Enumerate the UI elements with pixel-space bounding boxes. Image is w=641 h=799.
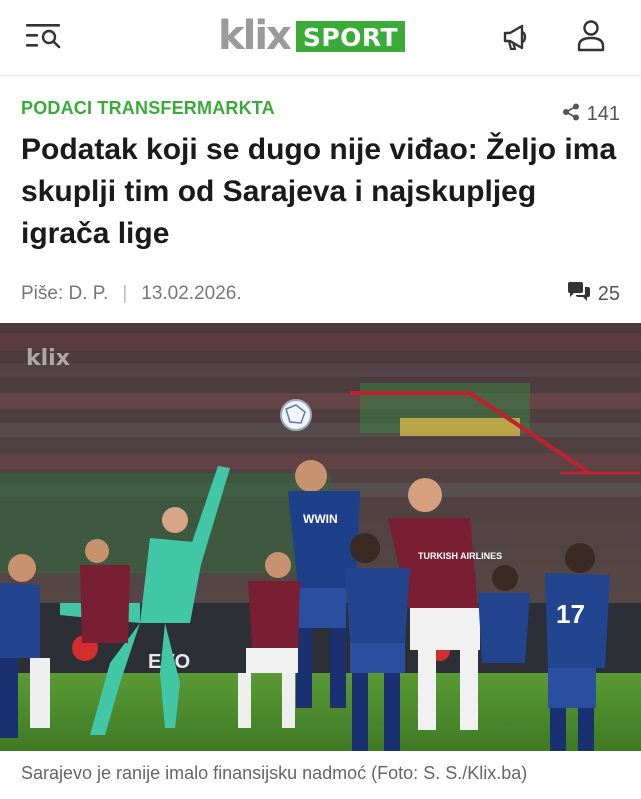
shirt-sponsor-text: TURKISH AIRLINES bbox=[418, 551, 502, 561]
article-meta: Piše: D. P. | 13.02.2026. bbox=[21, 283, 242, 305]
site-logo[interactable]: klix SPORT bbox=[218, 13, 406, 59]
user-icon[interactable] bbox=[574, 18, 608, 54]
article-author: Piše: D. P. bbox=[21, 283, 109, 304]
article-title: Podatak koji se dugo nije viđao: Željo i… bbox=[21, 133, 617, 250]
comments-button[interactable]: 25 bbox=[567, 282, 620, 307]
comments-icon bbox=[567, 282, 591, 307]
meta-separator: | bbox=[122, 283, 128, 304]
top-bar: klix SPORT bbox=[0, 0, 641, 76]
shirt-sponsor-text: WWIN bbox=[303, 512, 338, 526]
share-button[interactable]: 141 bbox=[562, 103, 620, 126]
logo-wordmark: klix bbox=[218, 13, 292, 59]
photo-watermark: klix bbox=[26, 346, 70, 371]
pitch bbox=[0, 673, 641, 751]
logo-section-badge: SPORT bbox=[295, 20, 406, 52]
share-count: 141 bbox=[586, 103, 620, 125]
article-date: 13.02.2026. bbox=[141, 283, 242, 304]
megaphone-icon[interactable] bbox=[500, 20, 534, 54]
photo-caption: Sarajevo je ranije imalo finansijsku nad… bbox=[21, 763, 528, 783]
menu-search-icon[interactable] bbox=[24, 18, 64, 54]
article-category[interactable]: PODACI TRANSFERMARKTA bbox=[21, 98, 275, 119]
share-icon bbox=[562, 103, 580, 126]
article-photo[interactable]: EVO TURKISH AIRLINES WW bbox=[0, 323, 641, 751]
comment-count: 25 bbox=[597, 283, 620, 305]
shirt-number: 17 bbox=[556, 599, 585, 629]
